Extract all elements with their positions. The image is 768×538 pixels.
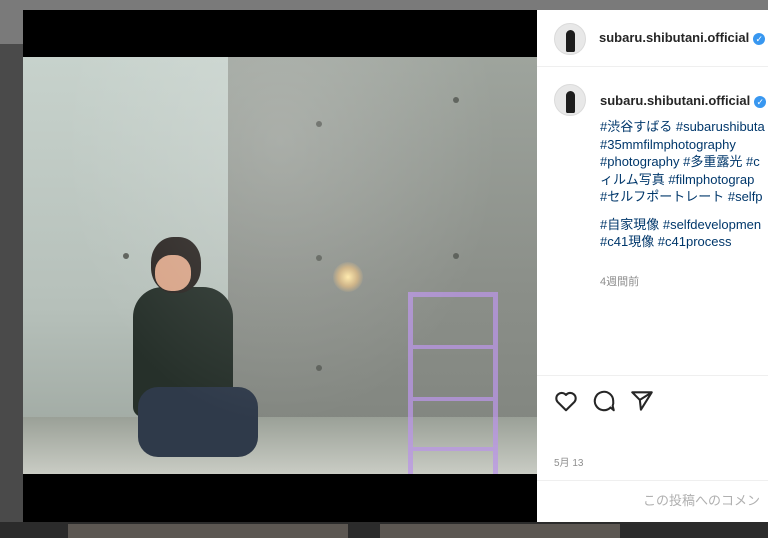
verified-badge-icon: ✓ <box>754 95 767 108</box>
post-details-panel: subaru.shibutani.official ✓ subaru.shibut… <box>537 10 768 522</box>
background-thumbnail <box>380 524 620 538</box>
send-icon[interactable] <box>629 388 655 414</box>
heart-icon[interactable] <box>553 388 579 414</box>
post-caption: #渋谷すばる #subarushibuta #35mmfilmphotograp… <box>600 118 768 251</box>
background-thumbnail <box>68 524 348 538</box>
caption-avatar[interactable] <box>554 84 586 116</box>
divider <box>537 480 768 481</box>
comment-input[interactable]: この投稿へのコメン <box>643 490 760 509</box>
caption-line[interactable]: #photography #多重露光 #c <box>600 153 768 171</box>
caption-line[interactable]: #自家現像 #selfdevelopmen <box>600 216 768 234</box>
caption-line[interactable]: ィルム写真 #filmphotograp <box>600 171 768 189</box>
post-header: subaru.shibutani.official ✓ <box>537 10 768 67</box>
post-media-viewer[interactable] <box>23 10 537 522</box>
post-date: 5月 13 <box>554 458 584 469</box>
verified-badge-icon: ✓ <box>753 32 766 45</box>
post-photo <box>23 57 537 474</box>
caption-line[interactable]: #35mmfilmphotography <box>600 136 768 154</box>
caption-line[interactable]: #セルフポートレート #selfp <box>600 188 768 206</box>
divider <box>537 375 768 376</box>
caption-line[interactable]: #渋谷すばる #subarushibuta <box>600 118 768 136</box>
comment-icon[interactable] <box>591 388 617 414</box>
header-username[interactable]: subaru.shibutani.official ✓ <box>599 30 766 45</box>
post-time-ago: 4週間前 <box>600 276 640 288</box>
avatar[interactable] <box>554 23 586 55</box>
caption-line[interactable]: #c41現像 #c41process <box>600 233 768 251</box>
caption-username[interactable]: subaru.shibutani.official ✓ <box>600 93 767 108</box>
